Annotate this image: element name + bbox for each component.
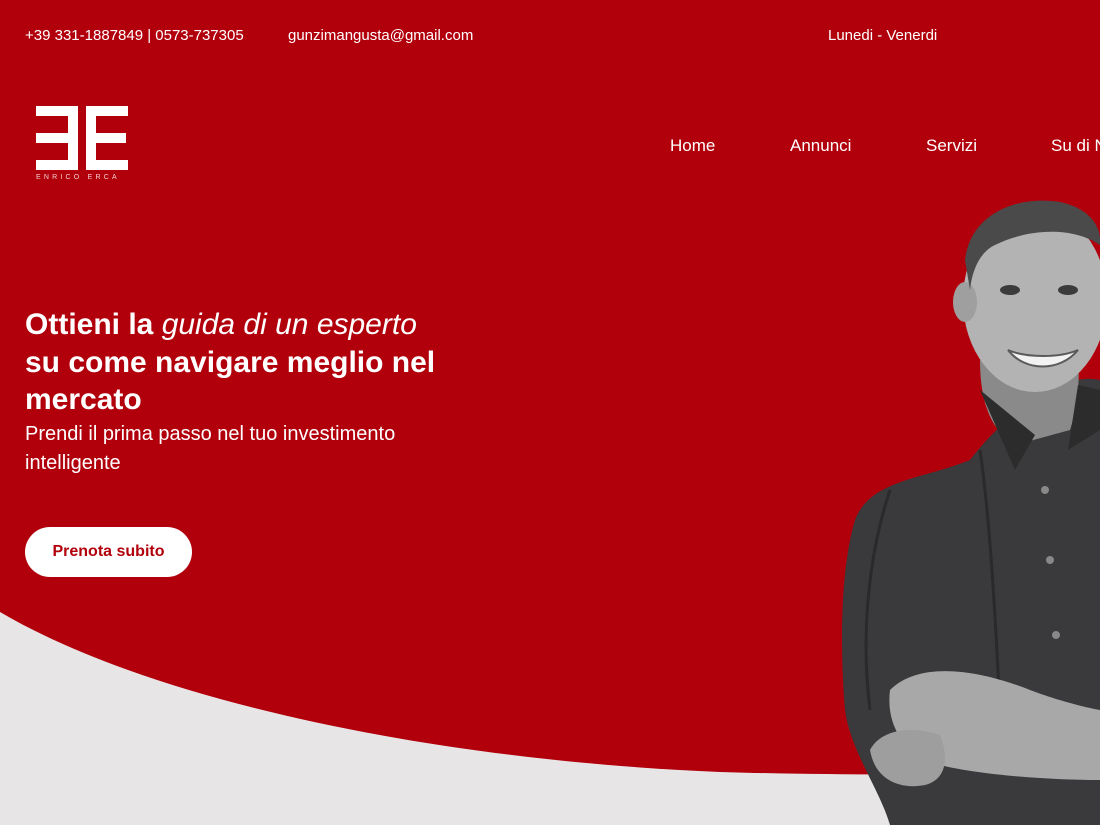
nav-item-annunci[interactable]: Annunci: [790, 136, 851, 156]
opening-days: Lunedi - Venerdi: [828, 27, 938, 44]
headline-text-end: su come navigare meglio nel mercato: [25, 345, 436, 417]
top-contact-bar: +39 331-1887849 | 0573-737305 gunzimangu…: [0, 0, 1100, 72]
headline-text-start: Ottieni la: [25, 308, 162, 341]
hero-subheadline: Prendi il prima passo nel tuo investimen…: [25, 423, 396, 474]
email-link[interactable]: gunzimangusta@gmail.com: [288, 27, 473, 44]
headline-emphasis: guida di un esperto: [161, 308, 417, 341]
logo-brand-text: ENRICO ERCA: [36, 174, 120, 181]
nav-item-home[interactable]: Home: [670, 136, 715, 156]
nav-item-servizi[interactable]: Servizi: [926, 136, 977, 156]
main-navigation: Home Annunci Servizi Su di N: [0, 136, 1100, 160]
hero-headline: Ottieni la guida di un esperto su come na…: [25, 306, 495, 419]
nav-item-about[interactable]: Su di N: [1051, 136, 1100, 156]
book-now-button[interactable]: Prenota subito: [25, 527, 192, 577]
phone-numbers[interactable]: +39 331-1887849 | 0573-737305: [25, 27, 244, 44]
agent-portrait: [842, 200, 1100, 825]
